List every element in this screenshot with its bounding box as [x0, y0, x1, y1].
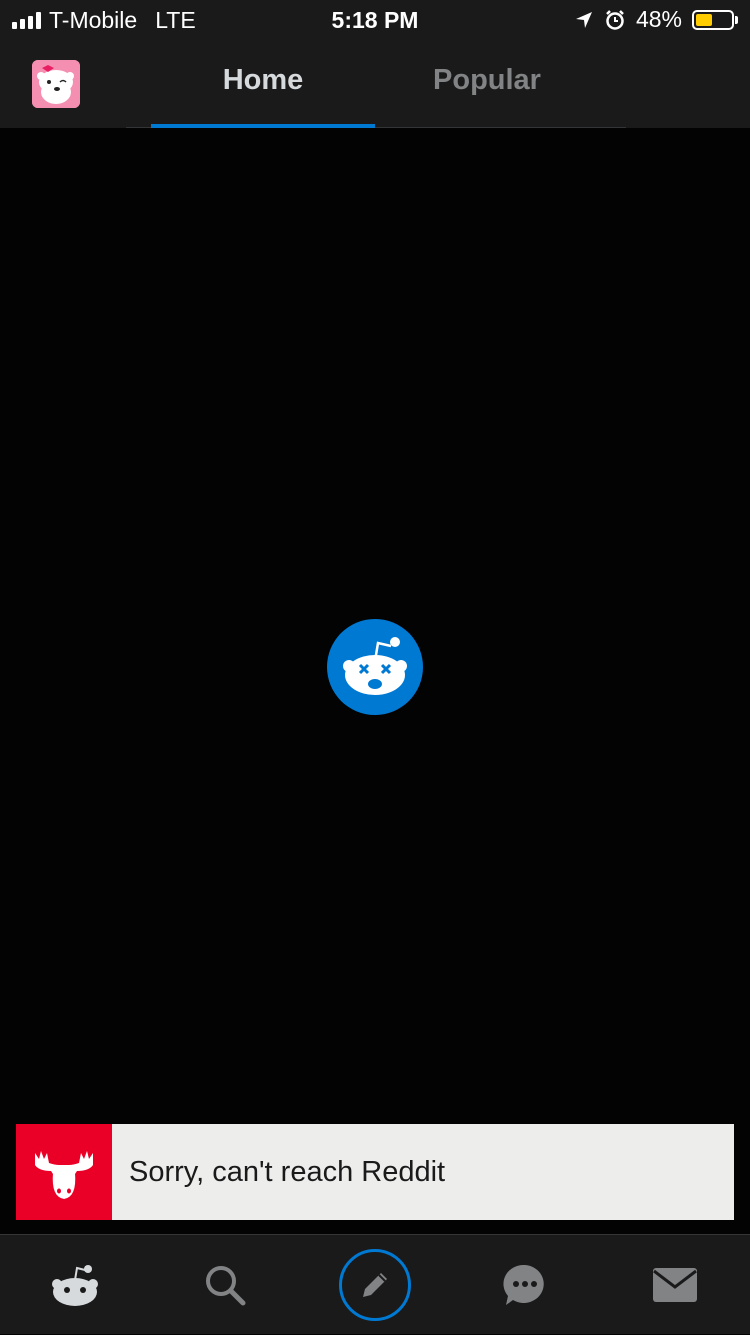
chat-icon [503, 1264, 544, 1305]
error-snoo-icon [327, 619, 423, 715]
snoo-avatar-icon [32, 60, 80, 108]
alarm-icon [606, 9, 624, 30]
location-arrow-icon [575, 11, 592, 28]
battery-percent: 48% [635, 6, 682, 32]
battery-icon [692, 9, 738, 30]
snoo-dead-icon [343, 637, 407, 695]
search-icon [206, 1266, 246, 1306]
top-header: Home Popular [0, 40, 750, 128]
inbox-mail-icon [653, 1268, 697, 1302]
nav-chat[interactable] [450, 1235, 600, 1335]
home-snoo-icon [52, 1265, 98, 1306]
compose-pencil-icon [363, 1273, 387, 1297]
bottom-nav [0, 1234, 750, 1334]
nav-home[interactable] [0, 1235, 150, 1335]
nav-search[interactable] [150, 1235, 300, 1335]
error-toast: Sorry, can't reach Reddit [16, 1124, 734, 1220]
toast-message: Sorry, can't reach Reddit [129, 1155, 446, 1188]
active-tab-indicator [151, 124, 375, 128]
compose-ring [339, 1249, 411, 1321]
battery-body [692, 9, 734, 30]
tab-popular[interactable]: Popular [375, 64, 599, 97]
user-avatar[interactable] [32, 60, 80, 108]
nav-compose[interactable] [300, 1235, 450, 1335]
moose-icon [35, 1151, 93, 1199]
toast-icon-box [16, 1124, 112, 1220]
battery-fill [696, 13, 712, 26]
nav-inbox[interactable] [600, 1235, 750, 1335]
battery-tip [735, 15, 738, 24]
status-bar: T-Mobile LTE 5:18 PM 48% [0, 0, 750, 40]
tab-home[interactable]: Home [151, 64, 375, 97]
status-right: 48% [574, 6, 738, 33]
